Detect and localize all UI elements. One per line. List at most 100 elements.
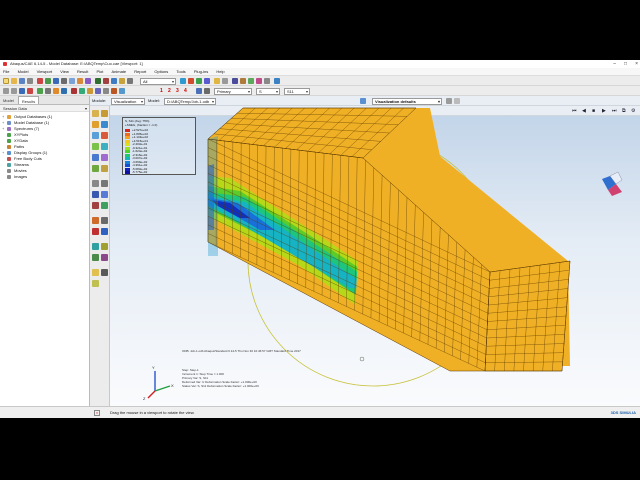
display-group-tool-icon[interactable] [92,243,99,250]
display-group-manager-icon[interactable] [101,269,108,276]
defaults-option-icon[interactable] [446,98,452,104]
animation-options-icon[interactable] [101,154,108,161]
replace-icon[interactable] [188,78,194,84]
translucency-icon[interactable] [71,88,77,94]
new-file-icon[interactable] [3,78,9,84]
menu-view[interactable]: View [60,69,69,74]
field-output-icon[interactable] [196,88,202,94]
defaults-reset-icon[interactable] [454,98,460,104]
replace-tool-icon[interactable] [92,254,99,261]
rotate-icon[interactable] [53,78,59,84]
stream-tool-icon[interactable] [101,217,108,224]
copy-view-icon[interactable] [360,98,366,104]
cycle-views-icon[interactable] [85,78,91,84]
session-data-select[interactable]: Session Data [0,105,89,112]
common-options-icon[interactable] [79,88,85,94]
results-options-icon[interactable] [204,88,210,94]
magnify-icon[interactable] [61,78,67,84]
menu-options[interactable]: Options [154,69,168,74]
menu-plugins[interactable]: Plug-ins [194,69,208,74]
visualization-defaults-select[interactable]: Visualization defaults [372,97,442,105]
tab-results[interactable]: Results [17,96,40,104]
viewport-annotations-icon[interactable] [103,88,109,94]
menu-help[interactable]: Help [216,69,224,74]
render-icon[interactable] [111,78,117,84]
close-button[interactable]: × [635,60,638,68]
menu-tools[interactable]: Tools [176,69,185,74]
menu-plot[interactable]: Plot [96,69,103,74]
animate-time-icon[interactable] [101,143,108,150]
display-group-icon[interactable] [180,78,186,84]
report-tool-icon[interactable] [101,228,108,235]
viewport-number-1[interactable]: 1 [160,87,163,95]
perspective-icon[interactable] [53,88,59,94]
viewport[interactable]: ⏮ ◀ ■ ▶ ⏭ ⧉ ⚙ S, S11 (Avg: 75%) +SNEG, (… [110,106,640,406]
color-code-icon[interactable] [214,78,220,84]
create-path-icon[interactable] [92,191,99,198]
superimpose-icon[interactable] [256,78,262,84]
menu-file[interactable]: File [3,69,9,74]
pan-icon[interactable] [45,78,51,84]
parallel-icon[interactable] [61,88,67,94]
create-display-group-icon[interactable] [92,269,99,276]
lighting-icon[interactable] [264,78,270,84]
plot-undeformed-icon[interactable] [92,110,99,117]
filter-select[interactable]: All [140,77,176,85]
animate-scale-icon[interactable] [92,143,99,150]
menu-animate[interactable]: Animate [111,69,126,74]
remove-tool-icon[interactable] [101,254,108,261]
model-select[interactable]: D:/ABQTemp/Job-1.odb [164,97,216,105]
view-cut-icon[interactable] [92,202,99,209]
open-file-icon[interactable] [11,78,17,84]
cancel-prompt-icon[interactable]: × [94,410,100,416]
menu-result[interactable]: Result [77,69,88,74]
create-xy-data-icon[interactable] [92,180,99,187]
query-icon[interactable] [37,78,43,84]
animate-harmonic-icon[interactable] [92,154,99,161]
contour-plot-icon[interactable] [92,121,99,128]
color-code-tool-icon[interactable] [101,243,108,250]
select-icon[interactable] [19,88,25,94]
front-view-icon[interactable] [103,78,109,84]
tree-item-images[interactable]: Images [0,174,89,180]
camera-icon[interactable] [248,78,254,84]
reset-icon[interactable] [222,78,228,84]
add-icon[interactable] [196,78,202,84]
menu-viewport[interactable]: Viewport [37,69,53,74]
component-select[interactable]: S11 [284,87,310,95]
module-select[interactable]: Visualization [111,97,145,105]
minimize-button[interactable]: – [613,60,616,68]
view-compass[interactable] [602,171,623,196]
save-icon[interactable] [19,78,25,84]
path-manager-icon[interactable] [101,191,108,198]
common-options-tool-icon[interactable] [92,165,99,172]
query-tool-icon[interactable] [92,228,99,235]
wireframe-icon[interactable] [119,78,125,84]
mesh-off-icon[interactable] [45,88,51,94]
maximize-button[interactable]: □ [624,60,627,68]
view-cut-manager-icon[interactable] [101,202,108,209]
auto-fit-icon[interactable] [77,78,83,84]
pencil-icon[interactable] [92,280,99,287]
free-body-icon[interactable] [92,217,99,224]
annotation-icon[interactable] [232,78,238,84]
mesh-on-icon[interactable] [37,88,43,94]
print-icon[interactable] [27,78,33,84]
symbol-plot-icon[interactable] [101,121,108,128]
step-select[interactable]: Primary [214,87,252,95]
viewport-number-4[interactable]: 4 [184,87,187,95]
color-legend-icon[interactable] [111,88,117,94]
viewport-number-3[interactable]: 3 [176,87,179,95]
redo-icon[interactable] [11,88,17,94]
undo-icon[interactable] [3,88,9,94]
superimpose-options-icon[interactable] [101,165,108,172]
plot-deformed-icon[interactable] [101,110,108,117]
deselect-icon[interactable] [27,88,33,94]
model-view[interactable]: Y X Z [110,106,640,406]
tab-model[interactable]: Model [0,96,17,104]
contour-options-icon[interactable] [87,88,93,94]
view-manager-icon[interactable] [240,78,246,84]
menu-report[interactable]: Report [134,69,146,74]
step-frame-icon[interactable] [119,88,125,94]
field-variable-select[interactable]: S [256,87,280,95]
